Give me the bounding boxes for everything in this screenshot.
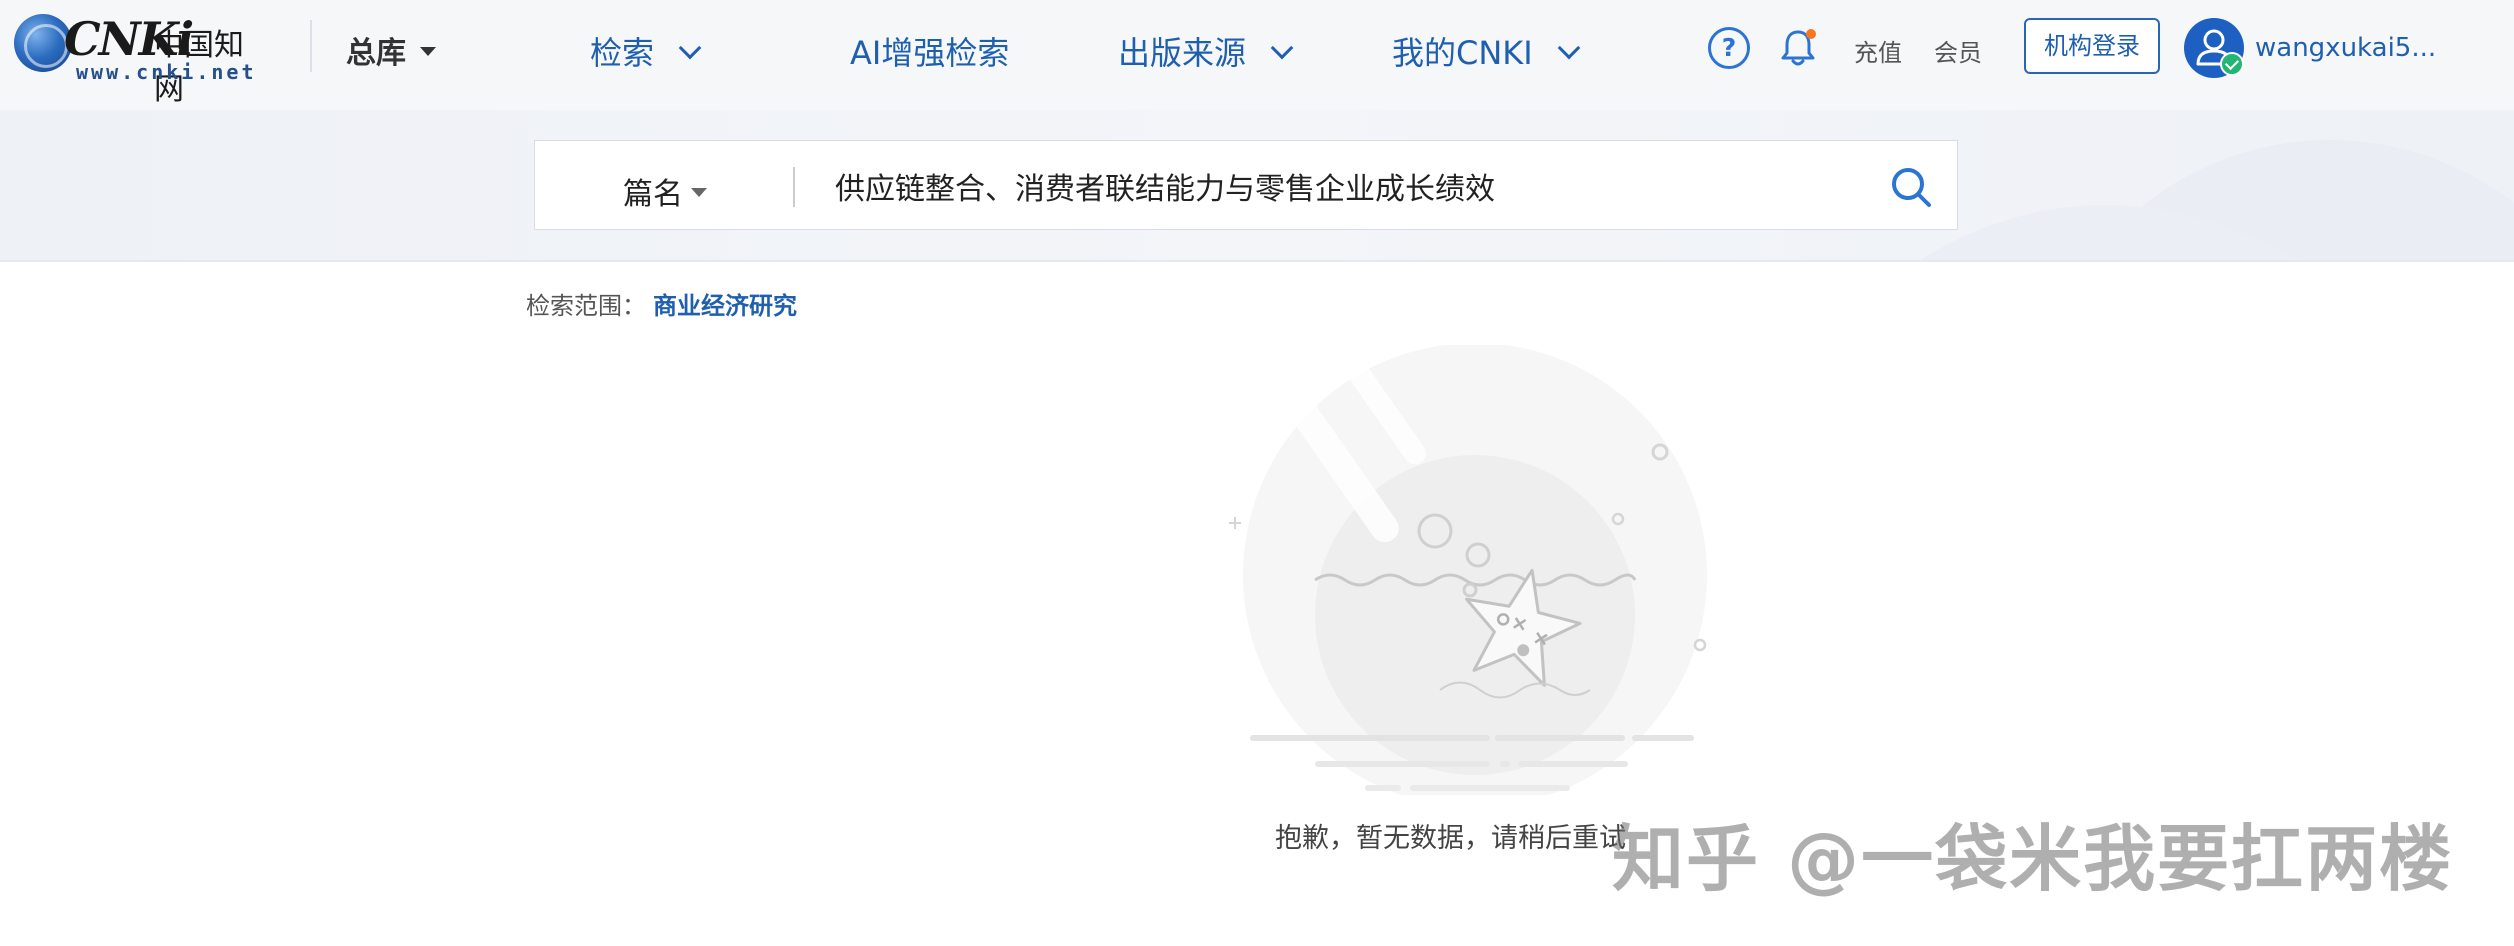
help-circle-icon[interactable]: ? bbox=[1708, 27, 1750, 69]
nav-search-label: 检索 bbox=[590, 34, 655, 72]
empty-state-message: 抱歉，暂无数据，请稍后重试 bbox=[1275, 823, 1626, 854]
search-input[interactable] bbox=[833, 159, 1817, 213]
caret-down-icon bbox=[420, 47, 436, 56]
recharge-link[interactable]: 充值 bbox=[1854, 33, 1902, 68]
member-link[interactable]: 会员 bbox=[1934, 33, 1982, 68]
watermark-text: 知乎 @一袋米我要扛两楼 bbox=[1612, 817, 2454, 901]
top-header: CNKi 中国知网 www.cnki.net 总库 检索 AI增强检索 出版来源… bbox=[0, 0, 2514, 111]
verified-check-icon bbox=[2220, 52, 2244, 76]
library-selector[interactable]: 总库 bbox=[346, 28, 436, 72]
notification-dot bbox=[1806, 29, 1816, 39]
username[interactable]: wangxukai5... bbox=[2255, 33, 2436, 63]
nav-ai-search-label: AI增强检索 bbox=[850, 34, 1010, 72]
search-divider bbox=[793, 167, 795, 207]
bell-icon[interactable] bbox=[1778, 26, 1818, 68]
chevron-down-icon bbox=[1270, 36, 1294, 60]
nav-my-cnki[interactable]: 我的CNKI bbox=[1392, 28, 1581, 74]
search-box: 篇名 bbox=[534, 140, 1958, 230]
nav-publication-source-label: 出版来源 bbox=[1118, 34, 1247, 72]
nav-ai-search[interactable]: AI增强检索 bbox=[850, 28, 1009, 74]
search-scope-label: 检索范围： bbox=[526, 292, 646, 320]
cnki-logo[interactable]: CNKi 中国知网 www.cnki.net bbox=[14, 10, 269, 107]
logo-url: www.cnki.net bbox=[76, 60, 257, 84]
search-field-select[interactable]: 篇名 bbox=[623, 169, 707, 213]
nav-my-cnki-label: 我的CNKI bbox=[1392, 34, 1533, 72]
chevron-down-icon bbox=[1557, 36, 1581, 60]
header-divider bbox=[310, 20, 312, 72]
starfish-bowl-illustration bbox=[1229, 345, 1707, 795]
search-scope-value[interactable]: 商业经济研究 bbox=[653, 286, 797, 321]
search-field-label: 篇名 bbox=[623, 177, 683, 212]
search-icon[interactable] bbox=[1889, 165, 1933, 209]
library-selector-label: 总库 bbox=[346, 36, 406, 71]
org-login-button[interactable]: 机构登录 bbox=[2024, 18, 2160, 74]
nav-publication-source[interactable]: 出版来源 bbox=[1118, 28, 1294, 74]
chevron-down-icon bbox=[678, 36, 702, 60]
caret-down-icon bbox=[691, 188, 707, 197]
nav-search[interactable]: 检索 bbox=[590, 28, 702, 74]
